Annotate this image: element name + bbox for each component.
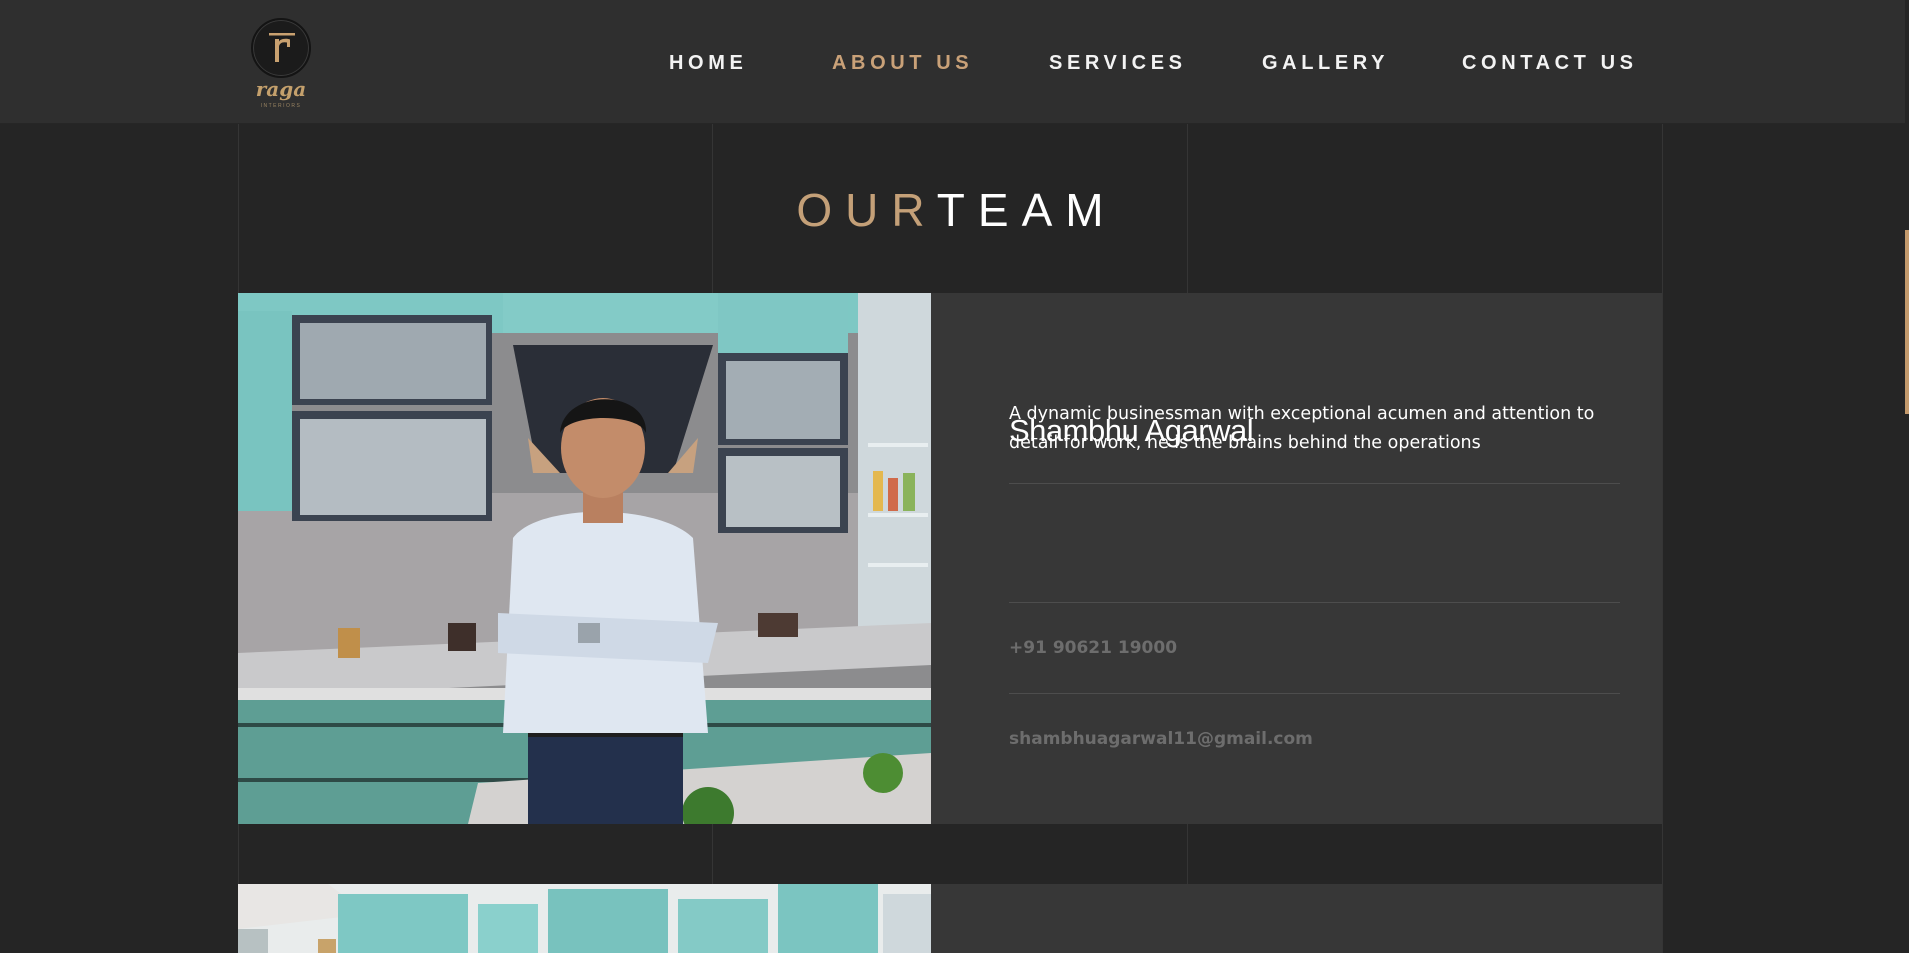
divider [1009, 693, 1620, 694]
team-member-card [238, 884, 1662, 953]
logo-wordmark: raga [255, 77, 307, 101]
logo-emblem-icon [251, 18, 311, 78]
team-member-photo [238, 884, 931, 953]
section-title-main: TEAM [936, 184, 1117, 236]
team-member-bio: A dynamic businessman with exceptional a… [1009, 404, 1595, 453]
nav-gallery[interactable]: GALLERY [1262, 48, 1389, 78]
team-member-phone[interactable]: +91 90621 19000 [1009, 638, 1177, 658]
scroll-indicator[interactable] [1905, 230, 1909, 414]
site-header: raga INTERIORS HOME ABOUT US SERVICES GA… [0, 0, 1905, 124]
divider [1009, 483, 1620, 484]
brand-logo[interactable]: raga INTERIORS [248, 18, 314, 114]
logo-tagline: INTERIORS [260, 103, 302, 109]
team-member-card: Shambhu Agarwal A dynamic businessman wi… [238, 293, 1662, 824]
nav-contact-us[interactable]: CONTACT US [1462, 48, 1638, 78]
section-title-accent: OUR [796, 184, 937, 236]
nav-about-us[interactable]: ABOUT US [832, 48, 973, 78]
team-member-email[interactable]: shambhuagarwal11@gmail.com [1009, 729, 1313, 749]
section-title: OURTEAM [0, 180, 1905, 240]
nav-services[interactable]: SERVICES [1049, 48, 1187, 78]
team-member-info: Shambhu Agarwal A dynamic businessman wi… [1009, 293, 1620, 824]
grid-line [1662, 124, 1663, 953]
team-member-photo [238, 293, 931, 824]
nav-home[interactable]: HOME [669, 48, 747, 78]
divider [1009, 602, 1620, 603]
